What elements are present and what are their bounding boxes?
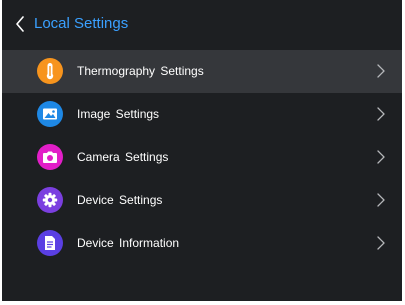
menu-item-label: Device Settings: [77, 193, 163, 207]
chevron-right-icon: [377, 236, 385, 250]
chevron-right-icon: [377, 64, 385, 78]
chevron-right-icon: [377, 150, 385, 164]
gear-icon: [37, 187, 63, 213]
menu-item-label: Device Information: [77, 236, 180, 250]
page-title: Local Settings: [34, 15, 129, 32]
menu-item-device-settings[interactable]: Device Settings: [2, 179, 402, 222]
chevron-left-icon[interactable]: [15, 16, 25, 32]
menu-item-camera-settings[interactable]: Camera Settings: [2, 136, 402, 179]
menu-item-label: Camera Settings: [77, 150, 169, 164]
menu-item-image-settings[interactable]: Image Settings: [2, 93, 402, 136]
header: Local Settings: [2, 0, 402, 48]
local-settings-panel: Local Settings Thermography Settings Ima…: [2, 0, 402, 301]
menu-item-label: Thermography Settings: [77, 64, 204, 78]
menu-item-device-information[interactable]: Device Information: [2, 222, 402, 265]
menu-item-thermography-settings[interactable]: Thermography Settings: [2, 50, 402, 93]
screen: Local Settings Thermography Settings Ima…: [0, 0, 405, 305]
chevron-right-icon: [377, 193, 385, 207]
chevron-right-icon: [377, 107, 385, 121]
thermometer-icon: [37, 58, 63, 84]
settings-menu: Thermography Settings Image Settings Cam…: [2, 50, 402, 265]
camera-icon: [37, 144, 63, 170]
document-icon: [37, 230, 63, 256]
image-icon: [37, 101, 63, 127]
menu-item-label: Image Settings: [77, 107, 160, 121]
